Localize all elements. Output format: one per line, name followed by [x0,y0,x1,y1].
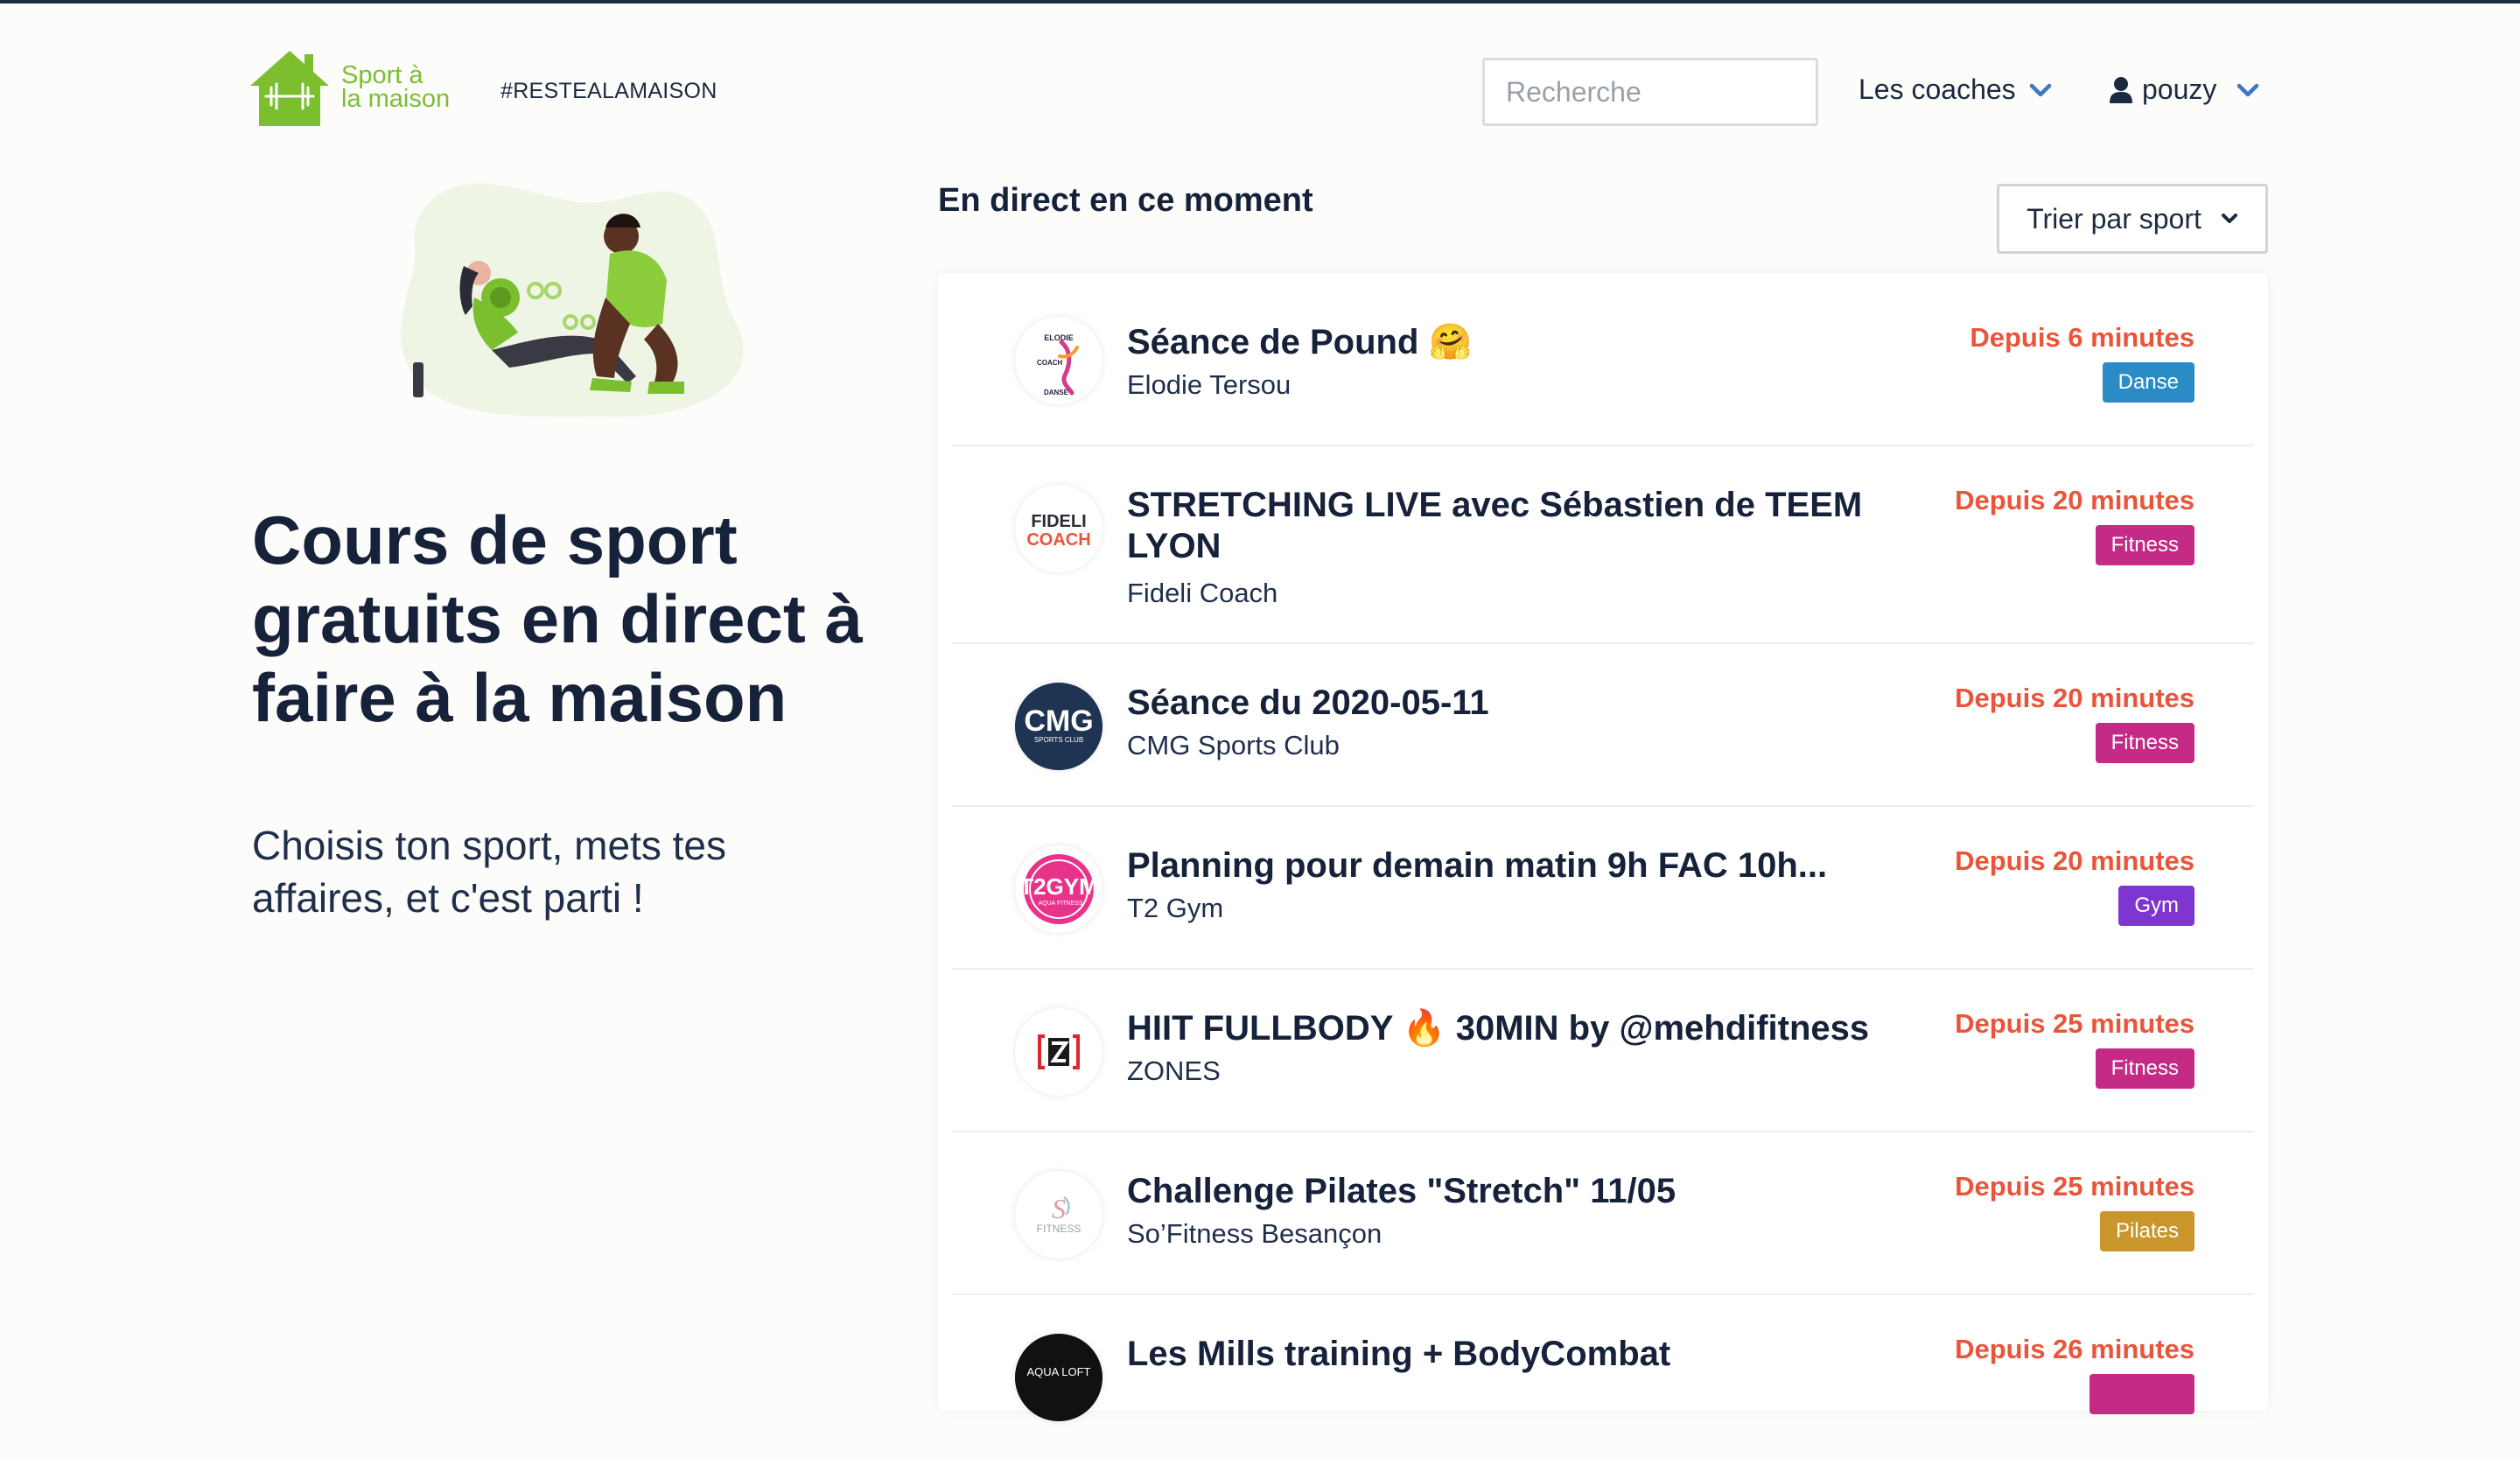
t2-gym-logo-icon: T2GYM AQUA FITNESS [1019,854,1098,924]
sport-badge[interactable]: Fitness [2095,525,2194,565]
svg-text:SPORTS CLUB: SPORTS CLUB [1034,736,1083,744]
so-fitness-logo-icon: S FITNESS [1037,1193,1082,1235]
session-row[interactable]: FIDELI COACH STRETCHING LIVE avec Sébast… [952,446,2254,644]
user-menu[interactable]: pouzy [2109,74,2260,106]
user-icon [2110,76,2132,103]
svg-text:DANSE: DANSE [1044,389,1069,396]
session-title[interactable]: Challenge Pilates "Stretch" 11/05 [1127,1171,1880,1212]
hero-title: Cours de sport gratuits en direct à fair… [252,501,863,736]
coach-avatar: CMG SPORTS CLUB [1015,683,1102,770]
session-title[interactable]: HIIT FULLBODY 🔥 30MIN by @mehdifitness [1127,1008,1880,1049]
search-input[interactable] [1482,58,1818,126]
session-elapsed: Depuis 6 minutes [1970,322,2194,353]
sport-badge[interactable]: Fitness [2095,723,2194,763]
chevron-down-icon [2237,83,2259,96]
session-elapsed: Depuis 26 minutes [1955,1334,2194,1364]
session-elapsed: Depuis 20 minutes [1955,683,2194,713]
session-row[interactable]: CMG SPORTS CLUB Séance du 2020-05-11 CMG… [952,644,2254,807]
session-title[interactable]: Planning pour demain matin 9h FAC 10h... [1127,845,1880,887]
zones-logo-icon [1038,1034,1080,1069]
sort-by-sport-button[interactable]: Trier par sport [1997,184,2268,254]
workout-illustration [401,183,744,417]
session-coach[interactable]: T2 Gym [1127,893,1223,924]
coaches-label: Les coaches [1858,74,2016,105]
session-coach[interactable]: ZONES [1127,1055,1221,1087]
sport-badge[interactable]: Gym [2118,886,2194,926]
sport-badge[interactable] [2090,1374,2194,1414]
top-border [0,0,2520,4]
session-elapsed: Depuis 25 minutes [1955,1008,2194,1039]
session-coach[interactable]: Elodie Tersou [1127,369,1291,401]
logo-text: Sport à la maison [341,61,451,113]
sport-badge[interactable]: Danse [2102,362,2194,403]
session-coach[interactable]: So’Fitness Besançon [1127,1218,1382,1250]
session-title[interactable]: STRETCHING LIVE avec Sébastien de TEEM L… [1127,485,1880,567]
svg-text:CMG: CMG [1024,704,1093,738]
session-row[interactable]: HIIT FULLBODY 🔥 30MIN by @mehdifitness Z… [952,970,2254,1132]
svg-text:ELODIE: ELODIE [1044,333,1074,342]
svg-text:FITNESS: FITNESS [1037,1223,1082,1235]
live-sessions-list: ELODIE COACH DANSE Séance de Pound 🤗 Elo… [938,273,2268,1421]
site-logo[interactable]: Sport à la maison [247,46,457,130]
session-title[interactable]: Les Mills training + BodyCombat [1127,1334,1880,1375]
live-section-title: En direct en ce moment [938,182,1313,219]
coach-avatar: S FITNESS [1015,1171,1102,1258]
session-title[interactable]: Séance du 2020-05-11 [1127,683,1880,724]
coach-avatar: ELODIE COACH DANSE [1015,317,1102,404]
hero-subtitle: Choisis ton sport, mets tes affaires, et… [252,823,726,921]
session-row[interactable]: ELODIE COACH DANSE Séance de Pound 🤗 Elo… [952,273,2254,446]
session-coach[interactable]: CMG Sports Club [1127,730,1340,761]
coach-avatar [1015,1008,1102,1096]
session-elapsed: Depuis 20 minutes [1955,845,2194,876]
svg-text:T2GYM: T2GYM [1019,873,1098,900]
svg-text:FIDELI: FIDELI [1031,512,1086,531]
session-elapsed: Depuis 25 minutes [1955,1171,2194,1202]
svg-text:COACH: COACH [1026,530,1090,550]
chevron-down-icon [2221,214,2237,223]
session-elapsed: Depuis 20 minutes [1955,485,2194,515]
aqua-loft-logo-icon: AQUA LOFT [1015,1334,1102,1421]
session-row[interactable]: AQUA LOFT Les Mills training + BodyComba… [952,1295,2254,1458]
sport-badge[interactable]: Pilates [2099,1211,2194,1251]
chevron-down-icon [2029,83,2051,96]
house-dumbbell-icon [250,51,329,126]
coach-avatar: AQUA LOFT [1015,1334,1102,1421]
sort-label: Trier par sport [2026,202,2202,235]
session-row[interactable]: T2GYM AQUA FITNESS Planning pour demain … [952,807,2254,970]
sport-badge[interactable]: Fitness [2095,1048,2194,1089]
svg-text:COACH: COACH [1037,359,1063,367]
coach-avatar: T2GYM AQUA FITNESS [1015,845,1102,933]
coaches-dropdown[interactable]: Les coaches [1858,74,2053,106]
dance-coach-logo-icon: ELODIE COACH DANSE [1037,333,1079,396]
fideli-coach-logo-icon: FIDELI COACH [1026,512,1090,550]
svg-text:AQUA FITNESS: AQUA FITNESS [1039,901,1083,907]
session-title[interactable]: Séance de Pound 🤗 [1127,322,1880,363]
hashtag-link[interactable]: #RESTEALAMAISON [500,79,718,104]
logo-line-2: la maison [341,85,451,113]
svg-text:S: S [1052,1193,1066,1224]
session-row[interactable]: S FITNESS Challenge Pilates "Stretch" 11… [952,1132,2254,1295]
user-name: pouzy [2142,74,2217,105]
svg-text:AQUA LOFT: AQUA LOFT [1027,1365,1091,1378]
logo-line-1: Sport à [341,61,424,89]
cmg-logo-icon: CMG SPORTS CLUB [1015,683,1102,770]
coach-avatar: FIDELI COACH [1015,485,1102,572]
session-coach[interactable]: Fideli Coach [1127,578,1278,609]
